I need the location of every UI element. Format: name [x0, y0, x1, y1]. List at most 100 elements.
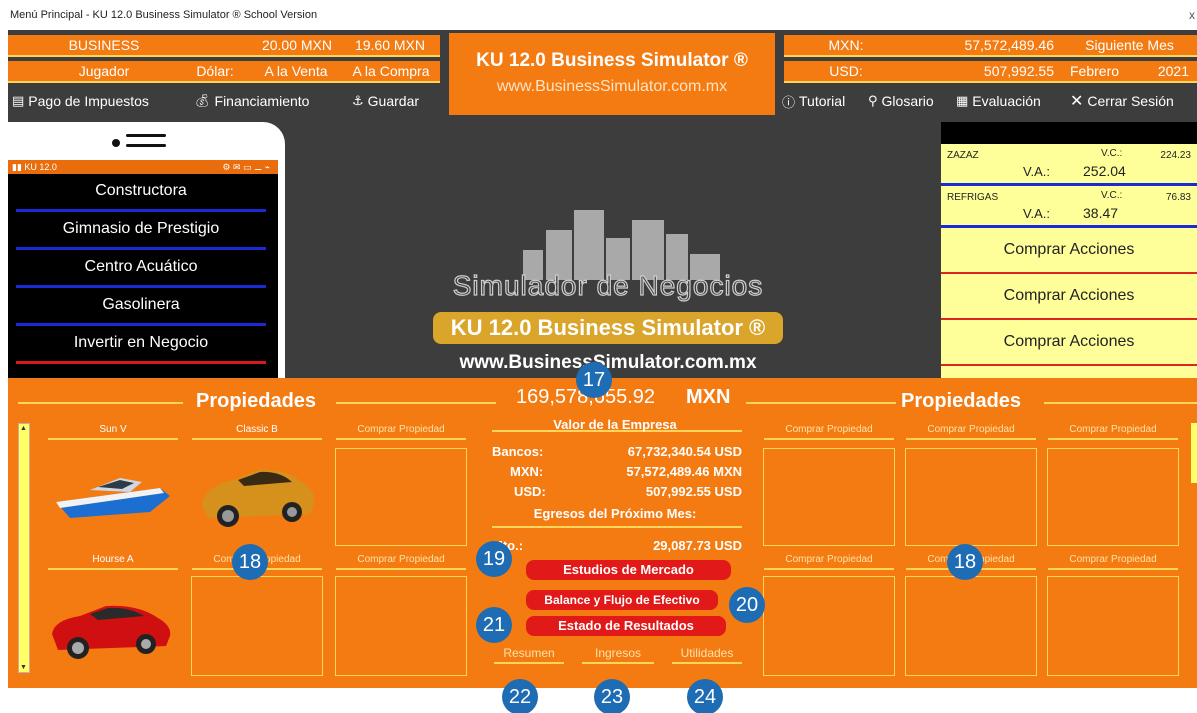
usd-row-label: USD: — [514, 484, 546, 499]
menu-item-centro-acuatico[interactable]: Centro Acuático — [16, 250, 266, 288]
save-button[interactable]: ⚓︎ Guardar — [352, 90, 419, 112]
sell-label: A la Venta — [250, 61, 342, 83]
properties-title-left: Propiedades — [196, 390, 317, 412]
save-icon: ⚓︎ — [352, 93, 364, 108]
simulator-logo: Simulador de Negocios KU 12.0 Business S… — [428, 210, 788, 380]
market-studies-button[interactable]: Estudios de Mercado — [526, 560, 731, 580]
sports-car-image[interactable] — [46, 590, 176, 666]
property-slot-empty[interactable] — [905, 576, 1037, 676]
sell-rate: 20.00 MXN — [200, 35, 340, 57]
property-slot-empty[interactable] — [763, 448, 895, 546]
menu-item-gimnasio[interactable]: Gimnasio de Prestigio — [16, 212, 266, 250]
property-slot-empty[interactable] — [763, 576, 895, 676]
stock-name: ZAZAZ — [947, 150, 979, 161]
callout-badge: 17 — [576, 362, 612, 398]
usd-label: USD: — [784, 61, 908, 83]
mxn-row-currency: MXN — [713, 464, 742, 479]
tab-income[interactable]: Ingresos — [582, 646, 654, 664]
status-icons: ⚙ ✉ ▭ ⚊ ⌁ — [222, 162, 270, 172]
property-slot-empty[interactable] — [191, 576, 323, 676]
tutorial-button[interactable]: ⓘ Tutorial — [782, 90, 845, 112]
financing-button[interactable]: 💰︎ Financiamiento — [194, 90, 309, 112]
property-slot-empty[interactable] — [335, 448, 467, 546]
document-icon: ▤ — [12, 93, 25, 108]
buy-stock-button[interactable]: Comprar Acciones — [941, 320, 1197, 366]
scroll-up-icon[interactable]: ▲ — [20, 425, 28, 432]
glossary-label: Glosario — [881, 93, 934, 109]
callout-badge: 22 — [502, 679, 538, 713]
dollar-label: Dólar: — [180, 61, 250, 83]
financing-label: Financiamiento — [214, 93, 310, 109]
property-label: Sun V — [48, 424, 178, 440]
signal-icon: ▮▮ — [12, 162, 22, 172]
logo-ku-banner: KU 12.0 Business Simulator ® — [433, 312, 783, 344]
close-icon: ✕ — [1070, 93, 1084, 110]
property-slot-empty[interactable] — [335, 576, 467, 676]
glossary-button[interactable]: ⚲ Glosario — [868, 90, 934, 112]
menu-item-constructora[interactable]: Constructora — [16, 174, 266, 212]
buy-stock-button[interactable]: Comprar Acciones — [941, 228, 1197, 274]
stock-va-value: 252.04 — [1083, 163, 1126, 179]
stock-row: ZAZAZ V.C.: 224.23 V.A.: 252.04 — [941, 144, 1197, 186]
mxn-row-label: MXN: — [510, 464, 544, 479]
property-label: Classic B — [192, 424, 322, 440]
buy-stock-button[interactable]: Comprar Acciones — [941, 274, 1197, 320]
usd-row-currency: USD — [714, 484, 742, 499]
boat-image[interactable] — [50, 460, 176, 530]
taxes-button[interactable]: ▤ Pago de Impuestos — [12, 90, 149, 112]
balance-cashflow-button[interactable]: Balance y Flujo de Efectivo — [526, 590, 718, 610]
scroll-down-icon[interactable]: ▼ — [20, 664, 28, 671]
properties-title-right: Propiedades — [901, 390, 1022, 412]
window-titlebar: Menú Principal - KU 12.0 Business Simula… — [0, 0, 1197, 30]
car-image[interactable] — [194, 456, 320, 536]
right-scrollbar[interactable] — [1191, 423, 1197, 483]
logout-button[interactable]: ✕ Cerrar Sesión — [1070, 90, 1174, 112]
logout-label: Cerrar Sesión — [1087, 93, 1174, 109]
income-statement-button[interactable]: Estado de Resultados — [526, 616, 726, 636]
company-value-row: 169,578,655.92 MXN — [516, 386, 736, 409]
phone-speaker — [126, 134, 166, 137]
window-title: Menú Principal - KU 12.0 Business Simula… — [10, 9, 318, 21]
mxn-value: 57,572,489.46 — [908, 35, 1062, 57]
main-window: BUSINESS 20.00 MXN 19.60 MXN Jugador Dól… — [8, 30, 1197, 688]
brand-panel: KU 12.0 Business Simulator ® www.Busines… — [449, 33, 775, 115]
tab-profits[interactable]: Utilidades — [672, 646, 742, 664]
table-icon: ▦ — [956, 93, 969, 108]
property-label: Comprar Propiedad — [1048, 554, 1178, 570]
stock-va-label: V.A.: — [1023, 164, 1050, 179]
next-month-button[interactable]: Siguiente Mes — [1062, 35, 1197, 57]
phone-speaker-2 — [126, 144, 166, 147]
usd-value: 507,992.55 — [908, 61, 1062, 83]
stock-vc-label: V.C.: — [1101, 190, 1123, 201]
company-value-currency: MXN — [686, 386, 731, 408]
info-icon: ⓘ — [782, 94, 796, 110]
menu-item-invertir[interactable]: Invertir en Negocio — [16, 326, 266, 364]
logo-simulator-text: Simulador de Negocios — [452, 269, 764, 301]
properties-scrollbar[interactable]: ▲ ▼ — [18, 423, 30, 673]
property-slot-empty[interactable] — [1047, 576, 1179, 676]
tab-summary[interactable]: Resumen — [494, 646, 564, 664]
property-slot-empty[interactable] — [905, 448, 1037, 546]
property-label: Hourse A — [48, 554, 178, 570]
taxes-label: Pago de Impuestos — [28, 93, 149, 109]
stock-vc-value: 76.83 — [1165, 192, 1191, 203]
property-label: Comprar Propiedad — [1048, 424, 1178, 440]
tutorial-label: Tutorial — [799, 93, 846, 109]
callout-badge: 21 — [476, 607, 512, 643]
save-label: Guardar — [367, 93, 420, 109]
evaluation-button[interactable]: ▦ Evaluación — [956, 90, 1041, 112]
player-label: Jugador — [8, 61, 200, 83]
buy-label: A la Compra — [342, 61, 440, 83]
divider — [18, 402, 183, 404]
mxn-row-value: 57,572,489.46 — [626, 464, 710, 479]
property-slot-empty[interactable] — [1047, 448, 1179, 546]
company-summary: 169,578,655.92 MXN Valor de la Empresa B… — [486, 378, 744, 688]
stock-panel: ZAZAZ V.C.: 224.23 V.A.: 252.04 REFRIGAS… — [941, 122, 1197, 380]
mxn-label: MXN: — [784, 35, 908, 57]
month-value: Febrero — [1062, 61, 1142, 83]
close-icon[interactable]: x — [1189, 0, 1195, 30]
phone-menu: ▮▮ KU 12.0 ⚙ ✉ ▭ ⚊ ⌁ Constructora Gimnas… — [8, 122, 285, 392]
banks-label: Bancos: — [492, 444, 544, 459]
menu-item-gasolinera[interactable]: Gasolinera — [16, 288, 266, 326]
property-label: Comprar Propiedad — [764, 424, 894, 440]
